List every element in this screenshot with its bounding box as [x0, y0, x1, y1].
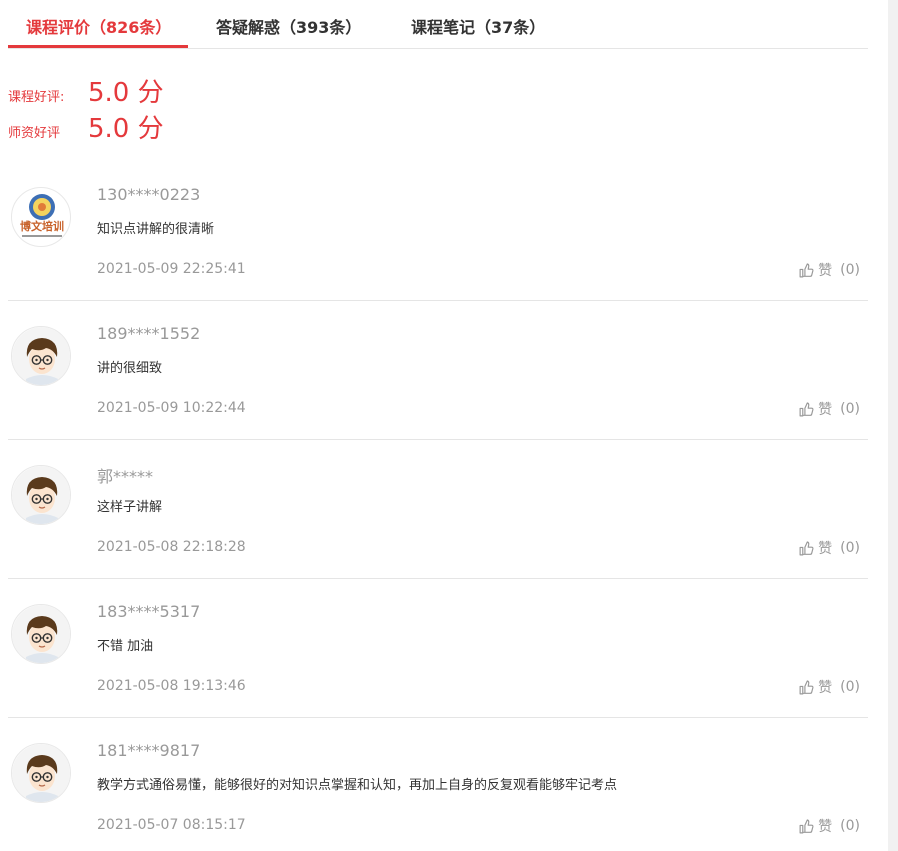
scrollbar[interactable]: [888, 0, 898, 851]
review-item: 郭***** 这样子讲解 2021-05-08 22:18:28 赞 (0): [8, 440, 868, 579]
course-rating-label: 课程好评:: [8, 90, 65, 105]
thumbs-up-icon: [798, 262, 818, 279]
tab-qa[interactable]: 答疑解惑（393条）: [216, 14, 361, 38]
like-label: 赞: [818, 263, 833, 279]
like-count: (0): [840, 262, 860, 278]
review-item: 181****9817 教学方式通俗易懂，能够很好的对知识点掌握和认知，再加上自身…: [8, 718, 868, 851]
review-content: 这样子讲解: [97, 500, 163, 515]
review-content: 不错 加油: [97, 639, 154, 654]
user-avatar: [11, 326, 71, 386]
user-avatar: [11, 604, 71, 664]
like-label: 赞: [818, 819, 833, 835]
review-content: 讲的很细致: [97, 361, 163, 376]
course-rating: 课程好评: 5.0 分: [8, 80, 164, 106]
review-item: 博文培训 130****0223 知识点讲解的很清晰 2021-05-09 22:2…: [8, 162, 868, 301]
review-username: 130****0223: [97, 185, 201, 204]
review-username: 183****5317: [97, 602, 201, 621]
active-tab-indicator: [8, 45, 188, 48]
tab-course-reviews[interactable]: 课程评价（826条）: [26, 14, 171, 38]
review-time: 2021-05-08 22:18:28: [97, 539, 246, 555]
like-label: 赞: [818, 402, 833, 418]
like-count: (0): [840, 540, 860, 556]
like-button[interactable]: 赞 (0): [798, 260, 860, 280]
review-item: 183****5317 不错 加油 2021-05-08 19:13:46 赞 (0): [8, 579, 868, 718]
like-button[interactable]: 赞 (0): [798, 816, 860, 836]
user-avatar: [11, 743, 71, 803]
review-item: 189****1552 讲的很细致 2021-05-09 10:22:44 赞 (0): [8, 301, 868, 440]
like-label: 赞: [818, 680, 833, 696]
logo-avatar: 博文培训: [11, 187, 71, 247]
review-username: 189****1552: [97, 324, 201, 343]
review-time: 2021-05-07 08:15:17: [97, 817, 246, 833]
like-count: (0): [840, 401, 860, 417]
review-time: 2021-05-09 22:25:41: [97, 261, 246, 277]
teacher-rating-label: 师资好评: [8, 126, 61, 141]
review-time: 2021-05-08 19:13:46: [97, 678, 246, 694]
user-avatar: [11, 465, 71, 525]
teacher-rating: 师资好评 5.0 分: [8, 116, 164, 142]
course-rating-score: 5.0 分: [88, 78, 164, 108]
like-button[interactable]: 赞 (0): [798, 538, 860, 558]
like-label: 赞: [818, 541, 833, 557]
review-content: 教学方式通俗易懂，能够很好的对知识点掌握和认知，再加上自身的反复观看能够牢记考点: [97, 778, 618, 793]
thumbs-up-icon: [798, 679, 818, 696]
like-button[interactable]: 赞 (0): [798, 399, 860, 419]
thumbs-up-icon: [798, 818, 818, 835]
like-button[interactable]: 赞 (0): [798, 677, 860, 697]
review-time: 2021-05-09 10:22:44: [97, 400, 246, 416]
review-username: 郭*****: [97, 467, 154, 486]
thumbs-up-icon: [798, 540, 818, 557]
review-content: 知识点讲解的很清晰: [97, 222, 215, 237]
review-username: 181****9817: [97, 741, 201, 760]
review-tabs: 课程评价（826条） 答疑解惑（393条） 课程笔记（37条）: [8, 0, 868, 49]
logo-text: 博文培训: [20, 219, 64, 233]
thumbs-up-icon: [798, 401, 818, 418]
like-count: (0): [840, 818, 860, 834]
tab-course-notes[interactable]: 课程笔记（37条）: [411, 14, 545, 38]
teacher-rating-score: 5.0 分: [88, 114, 164, 144]
like-count: (0): [840, 679, 860, 695]
